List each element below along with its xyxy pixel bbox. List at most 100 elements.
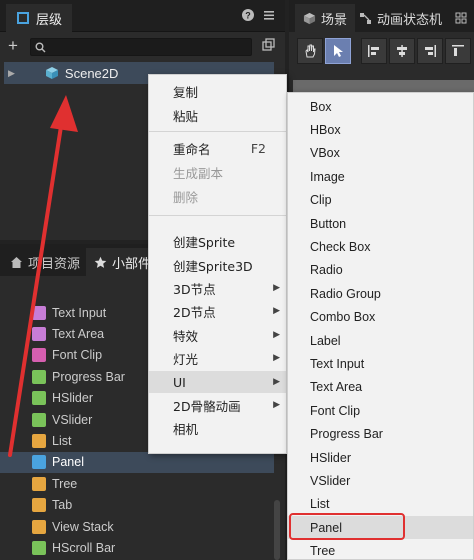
menu-item-delete: 删除 [173,189,199,205]
menu-item-light[interactable]: 灯光 ▶ [149,347,286,369]
submenu-item[interactable]: Progress Bar [288,423,473,446]
highlight-annotation-box [289,513,405,540]
widget-icon [32,412,46,427]
submenu-item[interactable]: Radio [288,259,473,282]
submenu-item[interactable]: Combo Box [288,306,473,329]
submenu-arrow-icon: ▶ [273,353,280,363]
widget-label: Panel [52,455,84,470]
menu-item-effects-label: 特效 [173,328,199,344]
toolbar-separator [353,38,359,66]
submenu-arrow-icon: ▶ [273,330,280,340]
menu-item-2d-node-label: 2D节点 [173,304,216,320]
widget-icon [32,327,46,342]
submenu-item[interactable]: VSlider [288,469,473,492]
tab-project-assets-label: 项目资源 [28,255,81,271]
widget-label: Tree [52,476,78,491]
menu-item-paste[interactable]: 粘贴 [149,104,286,126]
select-tool-button[interactable] [325,38,351,64]
submenu-item[interactable]: Image [288,165,473,188]
tab-more[interactable] [447,4,474,32]
widget-icon [32,519,46,534]
rename-shortcut: F2 [250,140,266,156]
submenu-item[interactable]: Radio Group [288,282,473,305]
align-center-icon [397,45,407,57]
widget-label: View Stack [52,519,114,534]
menu-item-camera[interactable]: 相机 [149,417,286,439]
widget-item[interactable]: Tab [0,495,274,516]
star-icon [94,256,107,268]
submenu-item[interactable]: Text Input [288,352,473,375]
tab-hierarchy-label: 层级 [36,11,63,27]
submenu-item[interactable]: Clip [288,189,473,212]
widget-icon [32,348,46,363]
align-right-button[interactable] [417,38,443,64]
submenu-arrow-icon: ▶ [273,377,280,387]
menu-item-duplicate: 生成副本 [173,165,224,181]
widget-label: Progress Bar [52,369,125,384]
align-top-icon [452,45,464,56]
state-machine-icon [360,12,371,24]
menu-item-copy[interactable]: 复制 [149,80,286,102]
widget-icon [32,434,46,449]
menu-item-rename-label: 重命名 [173,141,211,157]
widget-icon [32,455,46,470]
widget-item[interactable]: Tree [0,473,274,494]
menu-item-effects[interactable]: 特效 ▶ [149,324,286,346]
menu-item-2d-skeleton[interactable]: 2D骨骼动画 ▶ [149,394,286,416]
widget-list-scrollbar[interactable] [274,500,280,560]
menu-item-rename[interactable]: 重命名 F2 [149,137,286,159]
widget-item[interactable]: View Stack [0,516,274,537]
widget-label: Tab [52,498,73,513]
menu-icon[interactable] [263,8,275,22]
submenu-item[interactable]: HSlider [288,446,473,469]
tab-animation-label: 动画状态机 [377,11,443,27]
tab-hierarchy[interactable]: 层级 [6,4,73,32]
align-top-button[interactable] [445,38,471,64]
widget-icon [32,476,46,491]
widget-icon [32,540,46,555]
widget-icon [32,369,46,384]
copy-icon[interactable] [262,38,276,52]
widget-item[interactable]: HScroll Bar [0,537,274,558]
tab-animation-state-machine[interactable]: 动画状态机 [351,4,450,32]
menu-item-3d-node-label: 3D节点 [173,281,216,297]
scene-cube-icon [45,67,58,79]
search-input[interactable] [30,38,252,56]
tab-scene[interactable]: 场景 [295,4,356,32]
widget-label: List [52,434,72,449]
ui-submenu: Box HBox VBox Image Clip Button Check Box Radio… [287,92,474,560]
widget-item[interactable]: Panel [0,451,274,474]
grid-icon [455,12,467,24]
submenu-item[interactable]: Button [288,212,473,235]
submenu-item[interactable]: VBox [288,142,473,165]
submenu-item[interactable]: Box [288,95,473,118]
expand-arrow-icon[interactable]: ▶ [8,68,15,79]
menu-item-create-sprite[interactable]: 创建Sprite [149,230,286,252]
submenu-item[interactable]: Tree [288,540,473,560]
menu-item-3d-node[interactable]: 3D节点 ▶ [149,277,286,299]
submenu-item[interactable]: HBox [288,118,473,141]
menu-item-ui[interactable]: UI ▶ [149,371,286,393]
submenu-item[interactable]: Text Area [288,376,473,399]
align-center-button[interactable] [389,38,415,64]
align-left-icon [368,45,379,57]
submenu-item[interactable]: Font Clip [288,399,473,422]
add-node-button[interactable]: + [8,36,18,56]
widget-icon [32,391,46,406]
widget-icon [32,498,46,513]
align-left-button[interactable] [361,38,387,64]
menu-separator [149,131,286,132]
submenu-item[interactable]: Label [288,329,473,352]
submenu-item[interactable]: Check Box [288,235,473,258]
svg-text:?: ? [245,11,251,21]
menu-item-ui-label: UI [173,374,186,390]
help-icon[interactable]: ? [241,8,255,22]
scene-tabbar: 场景 动画状态机 [289,0,474,32]
hand-tool-button[interactable] [297,38,323,64]
align-right-icon [425,45,436,57]
tab-project-assets[interactable]: 项目资源 [2,248,88,276]
menu-item-create-sprite3d[interactable]: 创建Sprite3D [149,254,286,276]
cursor-icon [334,45,343,57]
menu-item-2d-node[interactable]: 2D节点 ▶ [149,300,286,322]
widget-label: Text Input [52,305,107,320]
